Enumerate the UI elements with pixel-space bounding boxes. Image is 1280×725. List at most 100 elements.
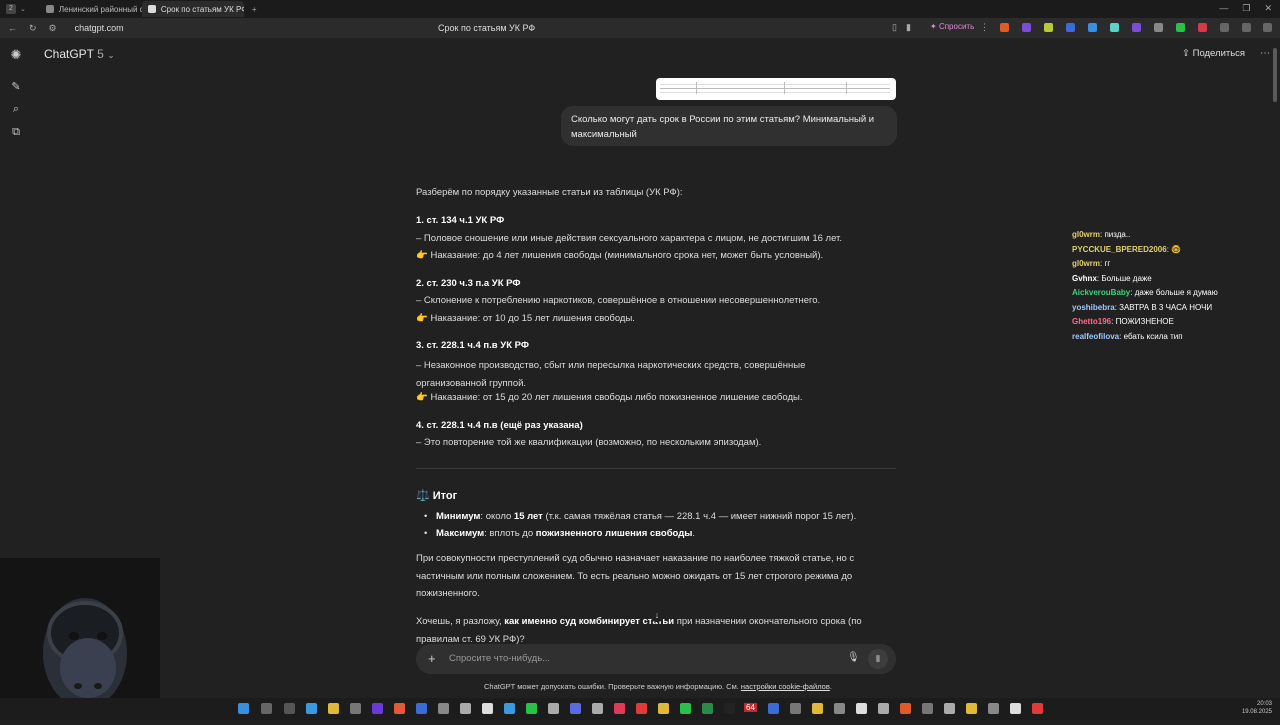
extensions-puzzle-icon[interactable] <box>1220 23 1229 32</box>
scroll-down-button[interactable]: ↓ <box>650 608 664 622</box>
extension-icon[interactable] <box>1088 23 1097 32</box>
new-tab-icon[interactable]: + <box>252 5 257 14</box>
maximize-icon[interactable]: ❐ <box>1242 3 1250 14</box>
app-icon[interactable] <box>702 703 713 714</box>
bullet-bold: 15 лет <box>513 511 543 522</box>
app-icon[interactable] <box>790 703 801 714</box>
chat-text: ебать ксила тип <box>1123 331 1183 341</box>
library-icon[interactable]: ⧉ <box>10 126 22 138</box>
app-icon[interactable] <box>1010 703 1021 714</box>
taskbar: 64 20:03 19.08.2025 <box>0 698 1280 720</box>
extension-icon[interactable] <box>1198 23 1207 32</box>
microphone-icon[interactable]: 🎙 <box>847 652 860 663</box>
extension-icon[interactable] <box>1110 23 1119 32</box>
page-scrollbar[interactable] <box>1273 38 1278 698</box>
scrollbar-thumb[interactable] <box>1273 48 1277 102</box>
chat-username: Ghetto196 <box>1072 317 1112 326</box>
file-explorer-icon[interactable] <box>328 703 339 714</box>
spotify-icon[interactable] <box>526 703 537 714</box>
app-icon[interactable] <box>306 703 317 714</box>
app-icon[interactable] <box>372 703 383 714</box>
answer-paragraph: При совокупности преступлений суд обычно… <box>416 553 855 599</box>
chat-username: AickverouBaby <box>1072 288 1131 297</box>
site-info-icon[interactable]: ⚙ <box>49 23 57 34</box>
tab-counter[interactable]: 2 <box>6 4 16 14</box>
app-icon[interactable] <box>922 703 933 714</box>
app-icon[interactable] <box>878 703 889 714</box>
app-icon[interactable] <box>812 703 823 714</box>
share-button[interactable]: ⇪ Поделиться <box>1182 48 1245 59</box>
model-version: 5 <box>97 47 104 61</box>
browser-icon[interactable] <box>394 703 405 714</box>
composer[interactable]: + Спросите что-нибудь... 🎙 ⦀ <box>416 644 896 674</box>
app-icon[interactable] <box>350 703 361 714</box>
tab-chatgpt[interactable]: Срок по статьям УК РФ ✕ <box>141 1 244 17</box>
discord-icon[interactable] <box>570 703 581 714</box>
bullet-text: : вплоть до <box>484 528 536 539</box>
app-icon[interactable] <box>592 703 603 714</box>
minimize-icon[interactable]: — <box>1219 3 1228 14</box>
close-window-icon[interactable]: ✕ <box>1264 3 1272 14</box>
extension-icon[interactable] <box>1154 23 1163 32</box>
extension-icon[interactable] <box>1044 23 1053 32</box>
app-icon[interactable] <box>856 703 867 714</box>
prompt-input[interactable]: Спросите что-нибудь... <box>449 653 550 664</box>
more-options-icon[interactable]: ⋯ <box>1260 48 1270 59</box>
summary-heading: ⚖️ Итог <box>416 489 457 502</box>
app-icon[interactable] <box>768 703 779 714</box>
download-icon[interactable] <box>1263 23 1272 32</box>
app-icon[interactable] <box>614 703 625 714</box>
whatsapp-icon[interactable] <box>680 703 691 714</box>
bookmark-icon[interactable]: ▮ <box>906 22 911 33</box>
system-clock[interactable]: 20:03 19.08.2025 <box>1242 700 1272 716</box>
add-attachment-icon[interactable]: + <box>428 651 436 666</box>
app-icon[interactable] <box>834 703 845 714</box>
app-icon[interactable] <box>1032 703 1043 714</box>
firefox-icon[interactable] <box>900 703 911 714</box>
disclaimer-text: ChatGPT может допускать ошибки. Проверьт… <box>484 682 741 691</box>
tab-court[interactable]: Ленинский районный суд <box>40 1 142 17</box>
reader-icon[interactable]: ▯ <box>892 22 897 33</box>
back-icon[interactable]: ← <box>8 23 17 34</box>
app-icon[interactable] <box>504 703 515 714</box>
more-icon[interactable]: ⋮ <box>980 22 989 33</box>
url-field[interactable]: chatgpt.com <box>75 23 124 33</box>
app-icon[interactable] <box>482 703 493 714</box>
divider <box>416 468 896 469</box>
reload-icon[interactable]: ↻ <box>29 23 37 34</box>
model-selector[interactable]: ChatGPT 5 ⌄ <box>44 47 115 61</box>
extension-icon[interactable] <box>1000 23 1009 32</box>
bullet-text: (т.к. самая тяжёлая статья — 228.1 ч.4 —… <box>542 511 857 522</box>
ask-button[interactable]: ✦ Спросить <box>930 22 974 31</box>
bullet-label: Минимум <box>436 511 481 522</box>
chatgpt-logo-icon[interactable]: ✺ <box>10 48 22 61</box>
extension-icon[interactable] <box>1066 23 1075 32</box>
app-icon[interactable] <box>548 703 559 714</box>
steam-icon[interactable] <box>416 703 427 714</box>
app-icon[interactable] <box>636 703 647 714</box>
task-view-icon[interactable] <box>284 703 295 714</box>
windows-start-icon[interactable] <box>238 703 249 714</box>
clock-date: 19.08.2025 <box>1241 709 1272 715</box>
search-icon[interactable]: ⌕ <box>10 103 22 115</box>
app-icon[interactable] <box>966 703 977 714</box>
settings-icon[interactable] <box>1242 23 1251 32</box>
app-icon[interactable] <box>438 703 449 714</box>
app-badge[interactable]: 64 <box>744 703 757 712</box>
tab-menu-chevron-icon[interactable]: ⌄ <box>20 5 26 13</box>
voice-mode-icon[interactable]: ⦀ <box>868 649 888 669</box>
app-icon[interactable] <box>460 703 471 714</box>
terminal-icon[interactable] <box>724 703 735 714</box>
tab-label: Ленинский районный суд <box>58 4 142 14</box>
new-chat-icon[interactable]: ✎ <box>10 81 22 93</box>
extension-icon[interactable] <box>1176 23 1185 32</box>
disclaimer-end: . <box>829 682 832 691</box>
extension-icon[interactable] <box>1022 23 1031 32</box>
search-icon[interactable] <box>261 703 272 714</box>
attached-table-image[interactable] <box>656 78 896 100</box>
extension-icon[interactable] <box>1132 23 1141 32</box>
app-icon[interactable] <box>944 703 955 714</box>
cookie-settings-link[interactable]: настройки cookie-файлов <box>741 682 830 691</box>
app-icon[interactable] <box>988 703 999 714</box>
app-icon[interactable] <box>658 703 669 714</box>
